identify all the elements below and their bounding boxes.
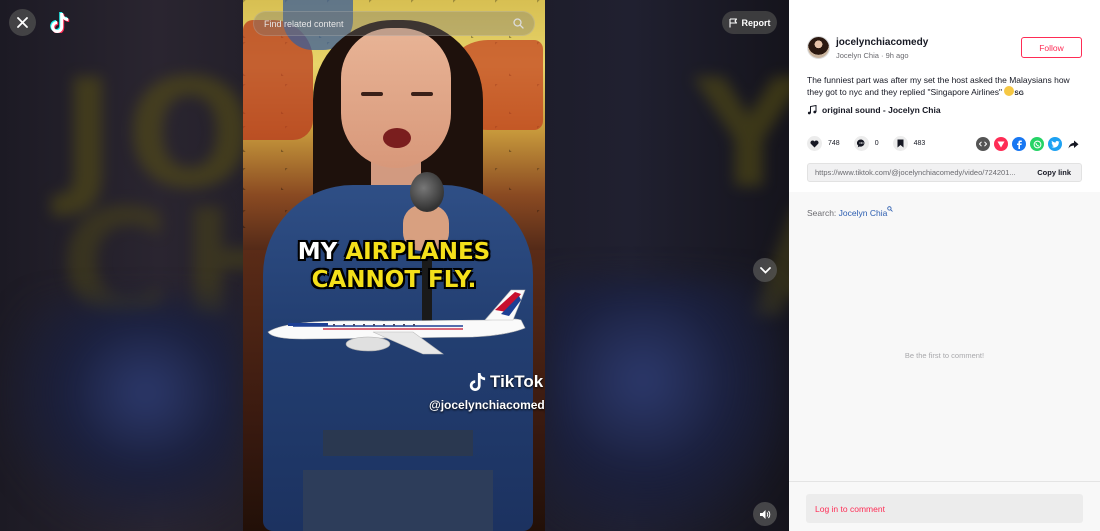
- flag-icon: [728, 17, 737, 27]
- performer-eye: [361, 92, 383, 96]
- divider: [789, 481, 1100, 482]
- comment-stat[interactable]: 0: [853, 136, 879, 151]
- save-stat[interactable]: 483: [892, 136, 926, 151]
- close-button[interactable]: [9, 9, 36, 36]
- volume-button[interactable]: [753, 502, 777, 526]
- friends-icon[interactable]: [994, 137, 1008, 151]
- search-prefix: Search:: [807, 208, 839, 218]
- microphone: [410, 172, 444, 212]
- related-search-bar[interactable]: [253, 11, 535, 36]
- display-name: Jocelyn Chia: [836, 51, 879, 60]
- post-time: 9h ago: [885, 51, 909, 60]
- tiktok-logo-icon[interactable]: [50, 11, 70, 33]
- share-arrow-icon[interactable]: [1066, 137, 1080, 151]
- sound-name: original sound - Jocelyn Chia: [822, 105, 941, 115]
- sound-link[interactable]: original sound - Jocelyn Chia: [807, 105, 941, 115]
- watermark-brand: TikTok: [490, 372, 544, 391]
- search-icon: [887, 206, 894, 212]
- report-label: Report: [741, 17, 771, 28]
- comment-search-suggestion[interactable]: Search: Jocelyn Chia: [807, 206, 894, 218]
- video-viewer: JOC YN CH A MY AIRPLANES CANNOT FLY.: [0, 0, 789, 531]
- caption-text-white: MY: [297, 239, 346, 265]
- caption-text-yellow: AIRPLANES: [345, 239, 491, 265]
- post-info: jocelynchiacomedy Jocelyn Chia · 9h ago …: [789, 0, 1100, 192]
- airplane-graphic: [267, 289, 526, 355]
- background-glow-left: [0, 300, 243, 531]
- video-player[interactable]: MY AIRPLANES CANNOT FLY. TikTok @jocelyn…: [243, 0, 545, 531]
- post-description: The funniest part was after my set the h…: [807, 74, 1087, 100]
- performer-belt: [323, 430, 473, 456]
- laughing-emoji-icon: [1004, 86, 1015, 96]
- background-glow-right: [545, 280, 789, 531]
- login-to-comment-label: Log in to comment: [815, 503, 885, 514]
- music-note-icon: [807, 105, 817, 115]
- video-link-url[interactable]: https://www.tiktok.com/@jocelynchiacomed…: [815, 168, 1035, 177]
- performer-mouth: [383, 128, 411, 148]
- embed-icon[interactable]: [976, 137, 990, 151]
- performer-jeans: [303, 470, 493, 531]
- description-text: The funniest part was after my set the h…: [807, 75, 1070, 97]
- speaker-icon: [760, 509, 771, 519]
- username[interactable]: jocelynchiacomedy: [836, 37, 928, 48]
- copy-link-button[interactable]: Copy link: [1037, 168, 1071, 177]
- chevron-down-icon: [759, 266, 771, 274]
- details-panel: jocelynchiacomedy Jocelyn Chia · 9h ago …: [789, 0, 1100, 531]
- report-button[interactable]: Report: [722, 11, 777, 34]
- flag-emoji-text: SG: [1014, 90, 1024, 97]
- tiktok-watermark: TikTok: [468, 372, 543, 392]
- related-search-input[interactable]: [264, 18, 513, 29]
- empty-comments-text: Be the first to comment!: [904, 351, 985, 360]
- whatsapp-icon[interactable]: [1030, 137, 1044, 151]
- copy-link-box: https://www.tiktok.com/@jocelynchiacomed…: [807, 163, 1082, 182]
- search-query-link[interactable]: Jocelyn Chia: [839, 208, 888, 218]
- engagement-stats: 748 0 483: [807, 136, 939, 151]
- share-options: [976, 137, 1080, 151]
- save-count: 483: [913, 140, 926, 147]
- tiktok-note-icon: [469, 373, 486, 391]
- watermark-handle: @jocelynchiacomedy: [429, 398, 545, 412]
- avatar[interactable]: [807, 36, 830, 59]
- twitter-icon[interactable]: [1048, 137, 1062, 151]
- login-to-comment-button[interactable]: Log in to comment: [806, 494, 1083, 523]
- bookmark-icon[interactable]: [892, 136, 908, 151]
- post-subline: Jocelyn Chia · 9h ago: [836, 51, 909, 60]
- search-icon[interactable]: [513, 18, 524, 29]
- like-count: 748: [828, 140, 840, 147]
- facebook-icon[interactable]: [1012, 137, 1026, 151]
- close-icon: [17, 17, 28, 28]
- next-video-button[interactable]: [753, 258, 777, 282]
- comment-icon[interactable]: [853, 136, 869, 151]
- performer-eye: [411, 92, 433, 96]
- like-stat[interactable]: 748: [807, 136, 840, 151]
- follow-button[interactable]: Follow: [1021, 37, 1082, 58]
- heart-icon[interactable]: [807, 136, 822, 151]
- video-caption: MY AIRPLANES CANNOT FLY.: [243, 238, 545, 294]
- comment-count: 0: [874, 140, 879, 147]
